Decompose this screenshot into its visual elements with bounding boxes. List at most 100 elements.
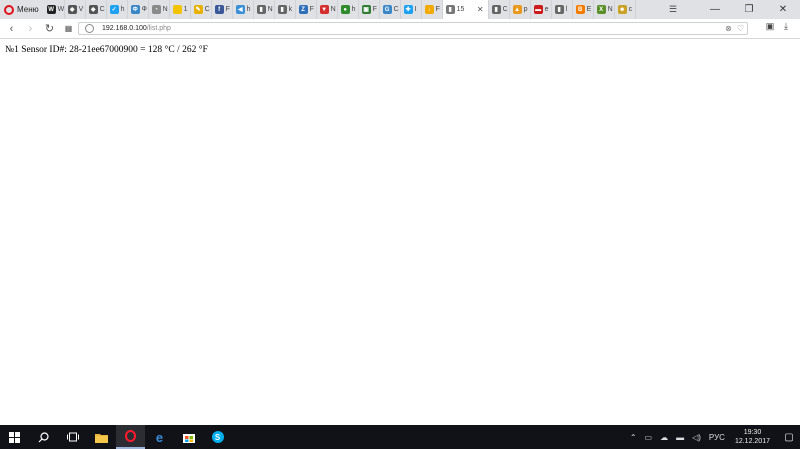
browser-tab[interactable]: ▲ p [510,0,531,19]
tab-label: e [544,6,549,13]
tab-favicon-icon: B [575,5,585,14]
browser-tab[interactable]: ▼ N [317,0,338,19]
system-tray: ⌃ ▭ ☁ ▬ ◁) РУС 19:30 12.12.2017 ▢ [626,425,800,449]
close-tab-icon[interactable]: ✕ [477,5,486,14]
tab-favicon-icon: ✚ [403,5,413,14]
browser-tab[interactable]: ◔ N [149,0,170,19]
browser-tab[interactable]: ● h [338,0,359,19]
extension-icon[interactable]: ▣ [762,21,778,32]
tab-favicon-icon: ▮ [554,5,564,14]
clock[interactable]: 19:30 12.12.2017 [735,428,770,446]
power-icon[interactable]: ▬ [676,433,684,442]
tab-favicon-icon: ↓ [424,5,434,14]
opera-menu-button[interactable]: Меню [0,0,44,19]
search-button[interactable] [29,425,58,449]
browser-tab[interactable]: 1 [170,0,191,19]
tab-menu-icon[interactable]: ☰ [666,4,680,15]
browser-tab[interactable]: ▮ N [254,0,275,19]
opera-logo-icon [4,4,14,15]
start-button[interactable] [0,425,29,449]
store-button[interactable] [174,425,203,449]
address-field[interactable]: 192.168.0.100/list.php ⊗ ♡ [78,22,748,35]
tab-label: N [267,6,273,13]
task-view-icon [66,432,79,442]
browser-tab[interactable]: XN [594,0,615,19]
browser-tab[interactable]: ✓ h [107,0,128,19]
browser-tab[interactable]: ↓ F [422,0,443,19]
clear-address-icon[interactable]: ⊗ [725,24,732,33]
browser-tab[interactable]: ▮ C [489,0,510,19]
tab-favicon-icon: ◀ [235,5,245,14]
language-indicator[interactable]: РУС [709,433,725,442]
browser-tab[interactable]: ▣ F [359,0,380,19]
browser-tab[interactable]: fF [212,0,233,19]
browser-tab[interactable]: ◆ V [65,0,86,19]
browser-tab[interactable]: GC [380,0,401,19]
tab-label: I [414,6,417,13]
back-icon[interactable]: ‹ [2,23,21,35]
tab-favicon-icon: G [382,5,392,14]
tab-favicon-icon: ◆ [67,5,77,14]
browser-tab[interactable]: WW [44,0,65,19]
browser-tab[interactable]: ▬ e [531,0,552,19]
opera-taskbar-button[interactable] [116,425,145,449]
windows-logo-icon [9,431,20,443]
file-explorer-button[interactable] [87,425,116,449]
browser-tab[interactable]: ✎ С [191,0,212,19]
menu-label: Меню [17,5,39,14]
browser-tab[interactable]: ☻ c [615,0,636,19]
browser-tab[interactable]: ◀ h [233,0,254,19]
cloud-icon[interactable]: ☁ [660,433,668,442]
skype-icon: S [211,431,224,443]
network-icon[interactable]: ▭ [645,433,653,442]
tab-label: N [607,6,613,13]
task-view-button[interactable] [58,425,87,449]
tab-favicon-icon [172,5,182,14]
extensions-area: ▣ ⤓ [762,21,794,32]
tab-favicon-icon: ▮ [277,5,287,14]
speed-dial-grid-icon[interactable]: ▦ [59,24,78,33]
tab-label: C [502,6,508,13]
url-host: 192.168.0.100 [102,25,147,32]
restore-icon[interactable]: ❐ [732,4,766,15]
tab-favicon-icon: ◔ [151,5,161,14]
url-path: /list.php [146,25,171,32]
browser-tab[interactable]: ◆ C [86,0,107,19]
show-hidden-icons-icon[interactable]: ⌃ [630,433,637,442]
browser-tab[interactable]: ▮ k [275,0,296,19]
volume-icon[interactable]: ◁) [692,433,701,442]
window-close-icon[interactable]: ✕ [766,4,800,15]
reload-icon[interactable]: ↻ [40,22,59,35]
tab-label: Ф [141,6,147,13]
tab-favicon-icon: ▮ [256,5,266,14]
tab-label: C [393,6,399,13]
window-controls: — ❐ ✕ [698,0,800,19]
skype-button[interactable]: S [203,425,232,449]
minimize-icon[interactable]: — [698,4,732,15]
bookmark-heart-icon[interactable]: ♡ [737,24,744,33]
browser-tab[interactable]: ▮ l [552,0,573,19]
tab-favicon-icon: W [46,5,56,14]
edge-button[interactable]: e [145,425,174,449]
search-icon [38,431,49,442]
browser-tab[interactable]: ZF [296,0,317,19]
browser-tab[interactable]: BE [573,0,594,19]
action-center-icon[interactable]: ▢ [778,425,800,449]
tab-label: C [99,6,105,13]
forward-icon[interactable]: › [21,23,40,35]
browser-tab[interactable]: ✚ I [401,0,422,19]
tab-label: С [204,6,210,13]
tab-label: p [523,6,528,13]
clock-time: 19:30 [743,429,762,436]
tab-label: c [628,6,633,13]
page-favicon-icon: ▮ [445,5,455,14]
opera-icon [125,430,136,442]
tab-label: F [309,6,314,13]
edge-icon: e [155,429,164,445]
tab-label: F [435,6,440,13]
tab-label: F [372,6,377,13]
tab-favicon-icon: ◆ [88,5,98,14]
browser-tab[interactable]: ФФ [128,0,149,19]
active-tab[interactable]: ▮ 15 ✕ [442,0,489,19]
download-icon[interactable]: ⤓ [778,21,794,32]
